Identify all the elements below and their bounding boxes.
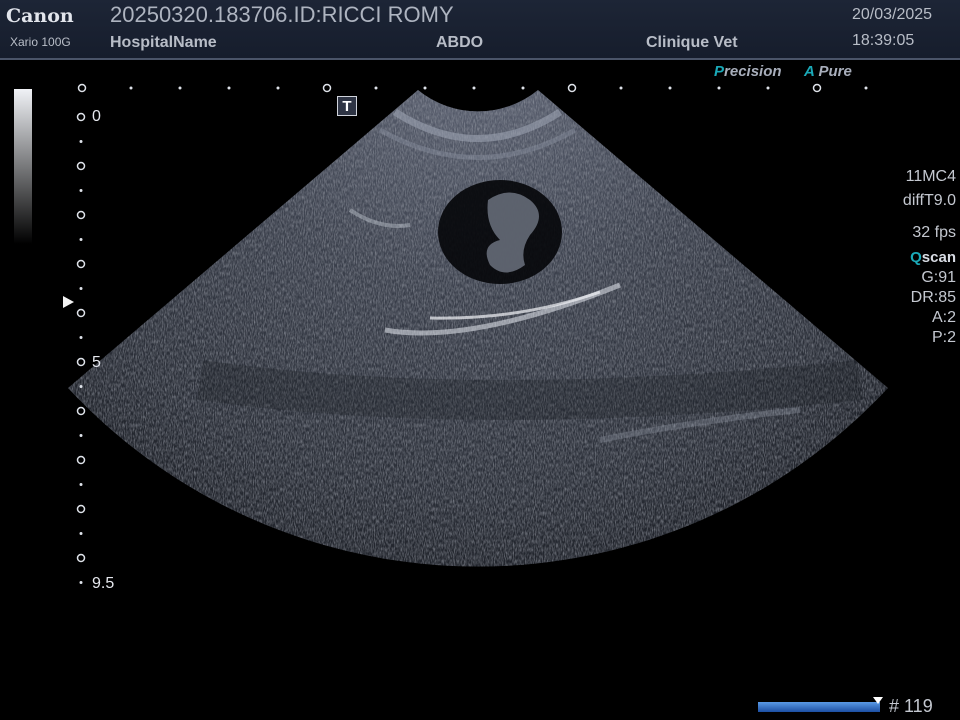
dynamic-range-value: DR:85 — [910, 289, 956, 306]
scale-tick — [276, 86, 280, 90]
depth-label-mid: 5 — [92, 354, 101, 371]
depth-tick — [76, 357, 86, 367]
depth-tick — [79, 189, 83, 192]
p-value: P:2 — [931, 329, 956, 346]
depth-label-bottom: 9.5 — [92, 575, 115, 592]
depth-tick — [76, 308, 86, 318]
cine-progress-bar[interactable] — [758, 702, 880, 712]
scale-tick — [77, 83, 87, 93]
frame-number: # 119 — [889, 696, 933, 716]
depth-tick — [79, 385, 83, 388]
probe-label: 11MC4 — [905, 168, 956, 185]
scale-tick — [766, 86, 770, 90]
depth-tick — [76, 161, 86, 171]
depth-tick — [79, 287, 83, 290]
scale-tick — [521, 86, 525, 90]
depth-tick — [79, 483, 83, 486]
scale-tick — [227, 86, 231, 90]
scale-tick — [129, 86, 133, 90]
depth-tick — [76, 406, 86, 416]
mode-label: diffT9.0 — [902, 192, 956, 209]
depth-label-top: 0 — [92, 108, 101, 125]
horizontal-scale — [77, 83, 868, 93]
depth-tick — [76, 112, 86, 122]
depth-tick — [79, 336, 83, 339]
a-value: A:2 — [931, 309, 956, 326]
depth-tick — [76, 259, 86, 269]
scale-tick — [178, 86, 182, 90]
depth-tick — [79, 434, 83, 437]
depth-markers — [76, 83, 868, 584]
scale-tick — [812, 83, 822, 93]
gain-value: G:91 — [921, 269, 956, 286]
depth-tick — [79, 238, 83, 241]
frame-rate: 32 fps — [912, 224, 956, 241]
depth-tick — [79, 532, 83, 535]
depth-scale — [76, 112, 86, 584]
depth-tick — [76, 553, 86, 563]
depth-tick — [76, 210, 86, 220]
depth-tick — [79, 140, 83, 143]
scale-tick — [322, 83, 332, 93]
scale-tick — [619, 86, 623, 90]
scale-tick — [423, 86, 427, 90]
scale-tick — [472, 86, 476, 90]
scale-tick — [717, 86, 721, 90]
depth-tick — [79, 581, 83, 584]
scale-tick — [864, 86, 868, 90]
focus-marker[interactable] — [63, 296, 74, 308]
qscan-label: Qscan — [910, 249, 956, 266]
scale-tick — [374, 86, 378, 90]
scale-tick — [567, 83, 577, 93]
scale-tick — [668, 86, 672, 90]
depth-tick — [76, 455, 86, 465]
depth-tick — [76, 504, 86, 514]
cine-position-marker[interactable] — [873, 697, 883, 704]
